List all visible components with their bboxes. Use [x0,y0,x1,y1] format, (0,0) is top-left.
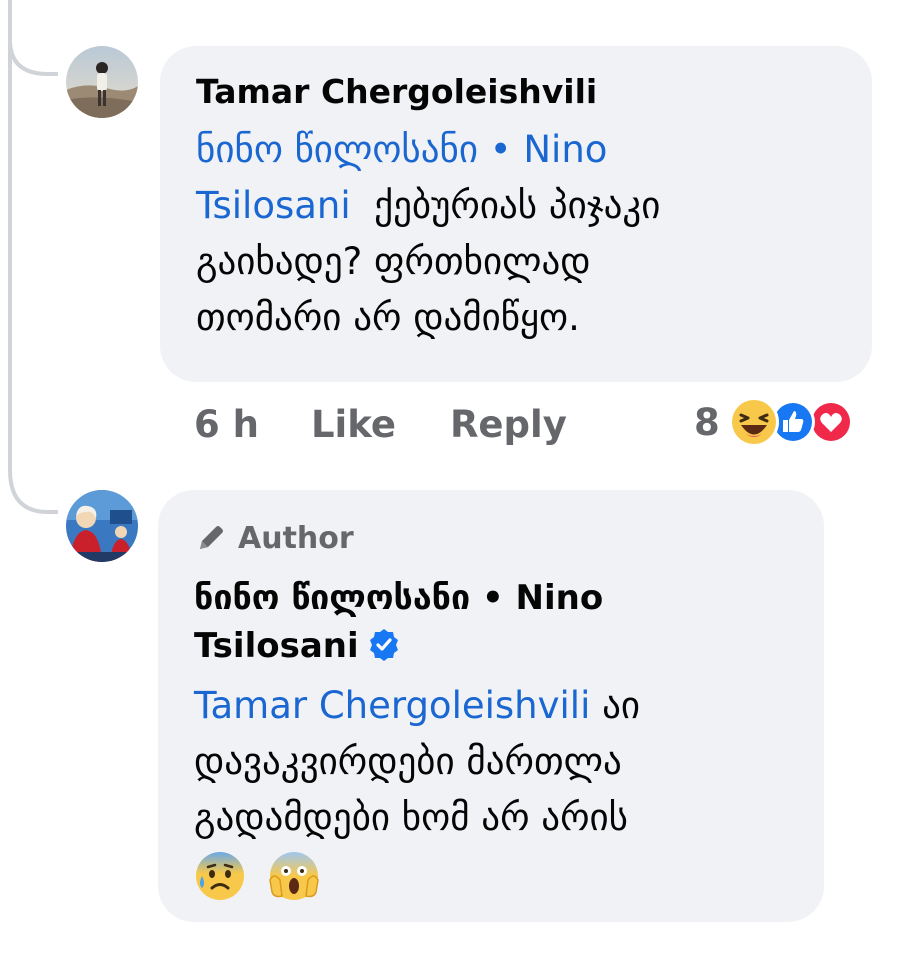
mention-link[interactable]: Tamar Chergoleishvili [194,684,590,727]
verified-badge-icon [367,626,401,674]
mention-link[interactable]: ნინო წილოსანი • Nino [196,128,607,171]
author-badge: Author [194,518,794,558]
comment-text: აი [602,684,641,727]
comment-text: ქებურიას პიჯაკი [374,184,661,227]
author-badge-label: Author [238,520,354,556]
like-button[interactable]: Like [311,403,396,446]
comment-text: დავაკვირდები მართლა [194,740,622,783]
haha-icon [728,396,780,448]
pencil-icon [194,521,228,555]
reactions-summary[interactable]: 8 [694,396,854,448]
comment-author-name[interactable]: Tamar Chergoleishvili [196,72,838,112]
anxious-face-icon [194,850,246,918]
comment-text: თომარი არ დამიწყო. [196,296,580,339]
comment-actions: 6 h Like Reply [194,400,567,448]
comment-thread: Tamar Chergoleishvili ნინო წილოსანი • Ni… [0,0,915,954]
reaction-count: 8 [694,400,720,444]
comment-2: Author ნინო წილოსანი • Nino Tsilosani Ta… [0,470,915,954]
avatar[interactable] [66,490,138,562]
comment-text: გაიხადე? ფრთხილად [196,240,591,283]
comment-text: გადამდები ხომ არ არის [194,796,629,839]
comment-bubble: Author ნინო წილოსანი • Nino Tsilosani Ta… [158,490,824,922]
timestamp[interactable]: 6 h [194,403,259,446]
mention-link-continued[interactable]: Tsilosani [196,184,351,227]
comment-bubble: Tamar Chergoleishvili ნინო წილოსანი • Ni… [160,46,872,382]
screaming-face-icon [268,850,320,918]
reply-button[interactable]: Reply [450,403,567,446]
comment-author-name[interactable]: ნინო წილოსანი • Nino [194,574,794,622]
next-comment-actions-clipped [194,938,894,954]
comment-1: Tamar Chergoleishvili ნინო წილოსანი • Ni… [0,0,915,470]
avatar[interactable] [66,46,138,118]
comment-author-name-continued[interactable]: Tsilosani [194,626,359,666]
